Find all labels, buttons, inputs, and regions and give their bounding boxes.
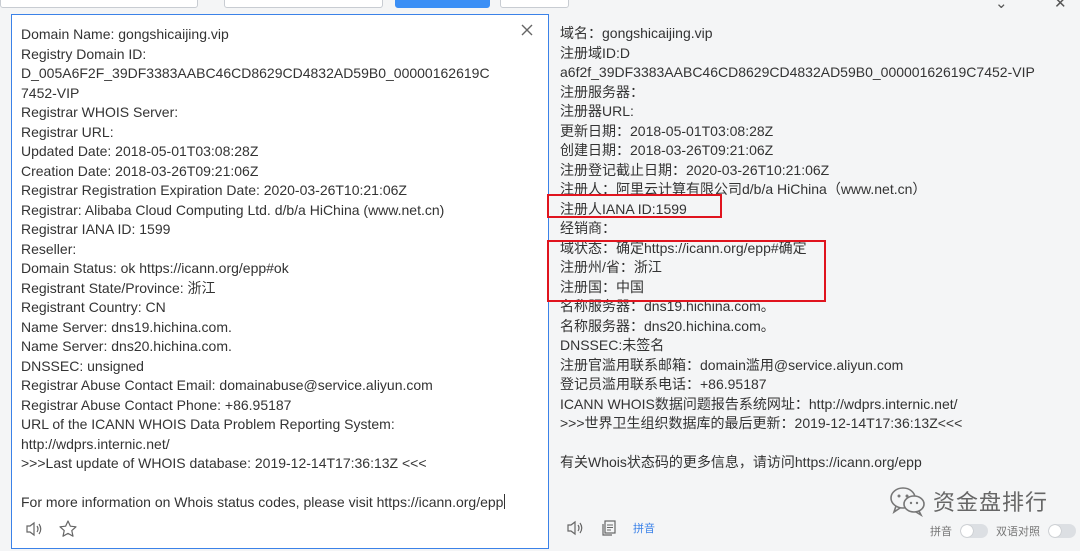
source-toolbar: [24, 519, 78, 539]
translation-line: 注册州/省：浙江: [560, 259, 662, 275]
source-line: Registry Domain ID:: [21, 45, 147, 62]
speaker-icon[interactable]: [565, 518, 585, 538]
source-line-blank: [21, 474, 521, 494]
translation-panel: 域名：gongshicaijing.vip 注册域ID:D a6f2f_39DF…: [547, 14, 1080, 551]
source-line: For more information on Whois status cod…: [21, 494, 504, 510]
top-toolbar: ⌄ ✕: [0, 0, 1080, 13]
translation-line-blank: [560, 434, 1060, 454]
translation-line: 创建日期：2018-03-26T09:21:06Z: [560, 142, 774, 158]
bilingual-toggle[interactable]: [1048, 524, 1076, 538]
source-line: Registrar Abuse Contact Email: domainabu…: [21, 377, 433, 393]
source-line: URL of the ICANN WHOIS Data Problem Repo…: [21, 416, 395, 432]
star-icon[interactable]: [58, 519, 78, 539]
translation-line: 有关Whois状态码的更多信息，请访问https://icann.org/epp: [560, 454, 922, 470]
source-line: D_005A6F2F_39DF3383AABC46CD8629CD4832AD5…: [21, 65, 490, 81]
pinyin-toggle-label: 拼音: [930, 526, 952, 538]
translation-line: DNSSEC:未签名: [560, 337, 665, 353]
translation-line: 更新日期：2018-05-01T03:08:28Z: [560, 122, 774, 139]
bilingual-toggle-label: 双语对照: [996, 526, 1040, 538]
secondary-button[interactable]: [500, 0, 569, 8]
text-caret: [504, 494, 506, 509]
translation-line: 名称服务器：dns19.hichina.com。: [560, 298, 775, 314]
watermark-text: 资金盘排行: [932, 490, 1048, 515]
translation-line: 注册人IANA ID:1599: [560, 200, 687, 217]
translate-button[interactable]: [395, 0, 490, 8]
source-line: http://wdprs.internic.net/: [21, 435, 170, 452]
source-line: Updated Date: 2018-05-01T03:08:28Z: [21, 143, 259, 159]
watermark: 资金盘排行: [889, 485, 1048, 517]
source-line: Registrar URL:: [21, 123, 114, 140]
source-line: Registrant Country: CN: [21, 299, 166, 315]
translation-line: a6f2f_39DF3383AABC46CD8629CD4832AD59B0_0…: [560, 64, 1035, 80]
translation-line: >>>世界卫生组织数据库的最后更新：2019-12-14T17:36:13Z<<…: [560, 415, 963, 431]
collapse-icon[interactable]: ⌄: [995, 0, 1008, 12]
source-line: Creation Date: 2018-03-26T09:21:06Z: [21, 162, 259, 179]
source-line: Registrar IANA ID: 1599: [21, 221, 171, 237]
source-line: Registrar Registration Expiration Date: …: [21, 182, 407, 198]
clear-text-icon[interactable]: [520, 23, 534, 37]
source-line: Domain Name: gongshicaijing.vip: [21, 26, 229, 42]
source-line: Name Server: dns19.hichina.com.: [21, 318, 232, 335]
translation-line: 域名：gongshicaijing.vip: [560, 25, 713, 41]
translation-toolbar: 拼音: [565, 518, 655, 538]
source-line: Registrant State/Province: 浙江: [21, 279, 216, 296]
translation-text[interactable]: 域名：gongshicaijing.vip 注册域ID:D a6f2f_39DF…: [560, 24, 1060, 473]
source-line: Domain Status: ok https://icann.org/epp#…: [21, 260, 289, 276]
source-line: Registrar: Alibaba Cloud Computing Ltd. …: [21, 201, 445, 218]
close-icon[interactable]: ✕: [1054, 0, 1067, 12]
source-text-panel[interactable]: Domain Name: gongshicaijing.vip Registry…: [11, 14, 549, 549]
source-line: Registrar Abuse Contact Phone: +86.95187: [21, 396, 292, 413]
copy-icon[interactable]: [599, 518, 619, 538]
pinyin-link[interactable]: 拼音: [633, 520, 655, 536]
translation-line: 名称服务器：dns20.hichina.com。: [560, 317, 775, 334]
source-line: 7452-VIP: [21, 84, 80, 101]
translation-line: 注册服务器：: [560, 83, 644, 100]
translation-line: ICANN WHOIS数据问题报告系统网址：http://wdprs.inter…: [560, 395, 958, 412]
source-line: Name Server: dns20.hichina.com.: [21, 338, 232, 354]
translation-line: 注册官滥用联系邮箱：domain滥用@service.aliyun.com: [560, 356, 904, 373]
source-text[interactable]: Domain Name: gongshicaijing.vip Registry…: [21, 25, 521, 513]
translation-line: 登记员滥用联系电话：+86.95187: [560, 376, 767, 392]
wechat-icon: [890, 487, 925, 517]
toggle-group: 拼音 双语对照: [930, 523, 1076, 539]
source-line: DNSSEC: unsigned: [21, 357, 144, 374]
translation-line: 注册器URL:: [560, 103, 634, 119]
language-select-right[interactable]: [224, 0, 383, 8]
pinyin-toggle[interactable]: [960, 524, 988, 538]
translation-line: 经销商：: [560, 220, 616, 236]
translation-line: 注册域ID:D: [560, 44, 630, 61]
source-line-last: For more information on Whois status cod…: [21, 493, 521, 513]
source-line: Registrar WHOIS Server:: [21, 104, 179, 120]
source-line: >>>Last update of WHOIS database: 2019-1…: [21, 455, 427, 471]
speaker-icon[interactable]: [24, 519, 44, 539]
translation-line: 域状态：确定https://icann.org/epp#确定: [560, 239, 807, 256]
translation-line: 注册人：阿里云计算有限公司d/b/a HiChina（www.net.cn）: [560, 181, 927, 197]
translation-line: 注册国：中国: [560, 278, 644, 295]
source-line: Reseller:: [21, 240, 77, 257]
translation-line: 注册登记截止日期：2020-03-26T10:21:06Z: [560, 161, 830, 178]
language-select-left[interactable]: [0, 0, 198, 8]
